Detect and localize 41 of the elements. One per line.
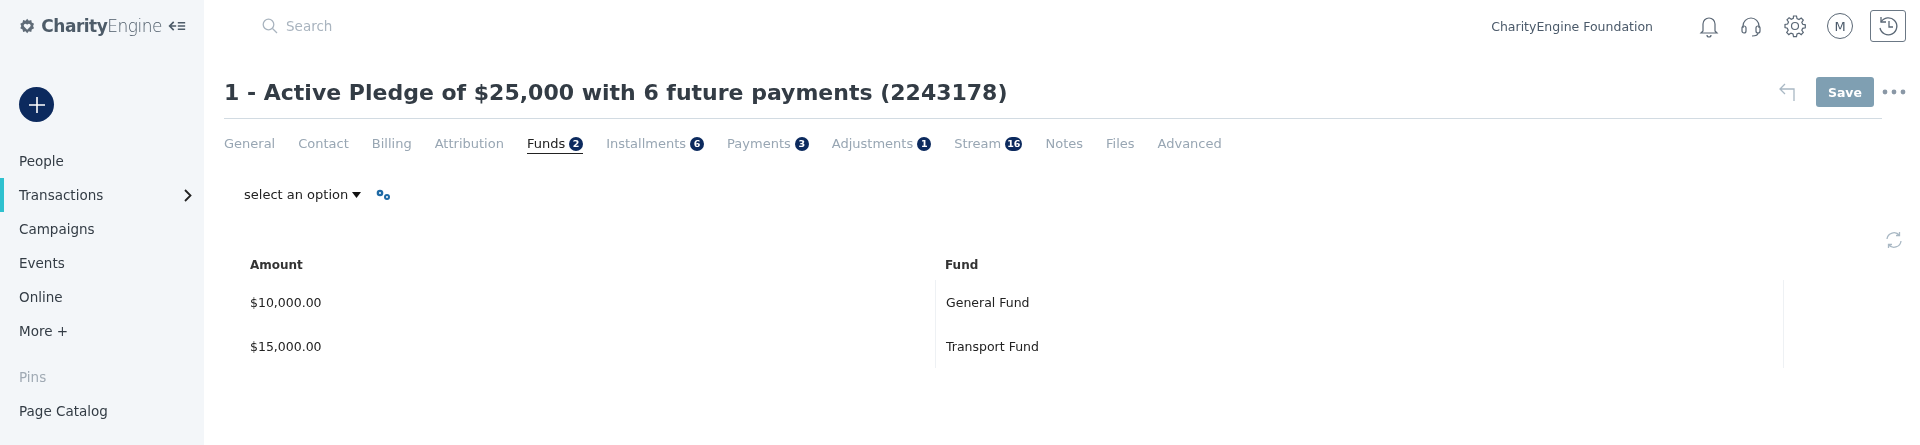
- tab[interactable]: Funds 2: [526, 136, 584, 154]
- column-header: Fund: [944, 257, 980, 274]
- search-icon: [262, 18, 278, 34]
- sidebar-item[interactable]: Online: [19, 289, 63, 305]
- table-cell-text: $10,000.00: [250, 293, 323, 312]
- record-title: 1 - Active Pledge of $25,000 with 6 future payments (2243178): [224, 79, 1008, 105]
- plus-icon: [27, 95, 46, 114]
- count-badge: 6: [690, 136, 705, 151]
- table-cell-text: $15,000.00: [250, 337, 323, 356]
- history-icon: [1876, 14, 1900, 38]
- count-badge: 3: [794, 136, 809, 151]
- pinned-item[interactable]: Page Catalog: [19, 403, 108, 419]
- option-dropdown[interactable]: select an option: [244, 187, 362, 202]
- tab[interactable]: Adjustments 1: [831, 136, 932, 154]
- sidebar-item[interactable]: Transactions: [19, 187, 104, 203]
- headset-icon[interactable]: [1739, 14, 1763, 38]
- table-cell: Transport Fund: [935, 324, 1784, 368]
- sidebar-item[interactable]: Campaigns: [19, 221, 95, 237]
- add-button[interactable]: [19, 87, 54, 122]
- column-header: Amount: [250, 257, 304, 274]
- pins-heading: Pins: [18, 368, 48, 387]
- history-button[interactable]: [1870, 10, 1906, 42]
- sidebar-item[interactable]: Events: [19, 255, 65, 271]
- organization-name: CharityEngine Foundation: [1491, 18, 1653, 34]
- sidebar-item[interactable]: People: [19, 153, 64, 169]
- brand-logo: CharityEngine: [41, 16, 162, 36]
- count-badge: 2: [569, 136, 584, 151]
- notifications-icon[interactable]: [1699, 14, 1719, 38]
- caret-down-icon: [352, 191, 362, 198]
- search-field[interactable]: Search: [284, 17, 548, 35]
- more-options-icon[interactable]: [1882, 89, 1906, 95]
- count-badge: 16: [1005, 136, 1023, 151]
- tab[interactable]: Payments 3: [727, 136, 809, 154]
- sidebar-item[interactable]: More +: [19, 323, 69, 339]
- gears-icon[interactable]: [375, 188, 393, 201]
- table-cell: General Fund: [935, 280, 1784, 324]
- count-badge: 1: [917, 136, 932, 151]
- collapse-menu-icon[interactable]: [168, 19, 186, 33]
- tab[interactable]: Stream 16: [954, 136, 1023, 154]
- settings-icon[interactable]: [1783, 14, 1807, 38]
- tab[interactable]: Installments 6: [606, 136, 705, 154]
